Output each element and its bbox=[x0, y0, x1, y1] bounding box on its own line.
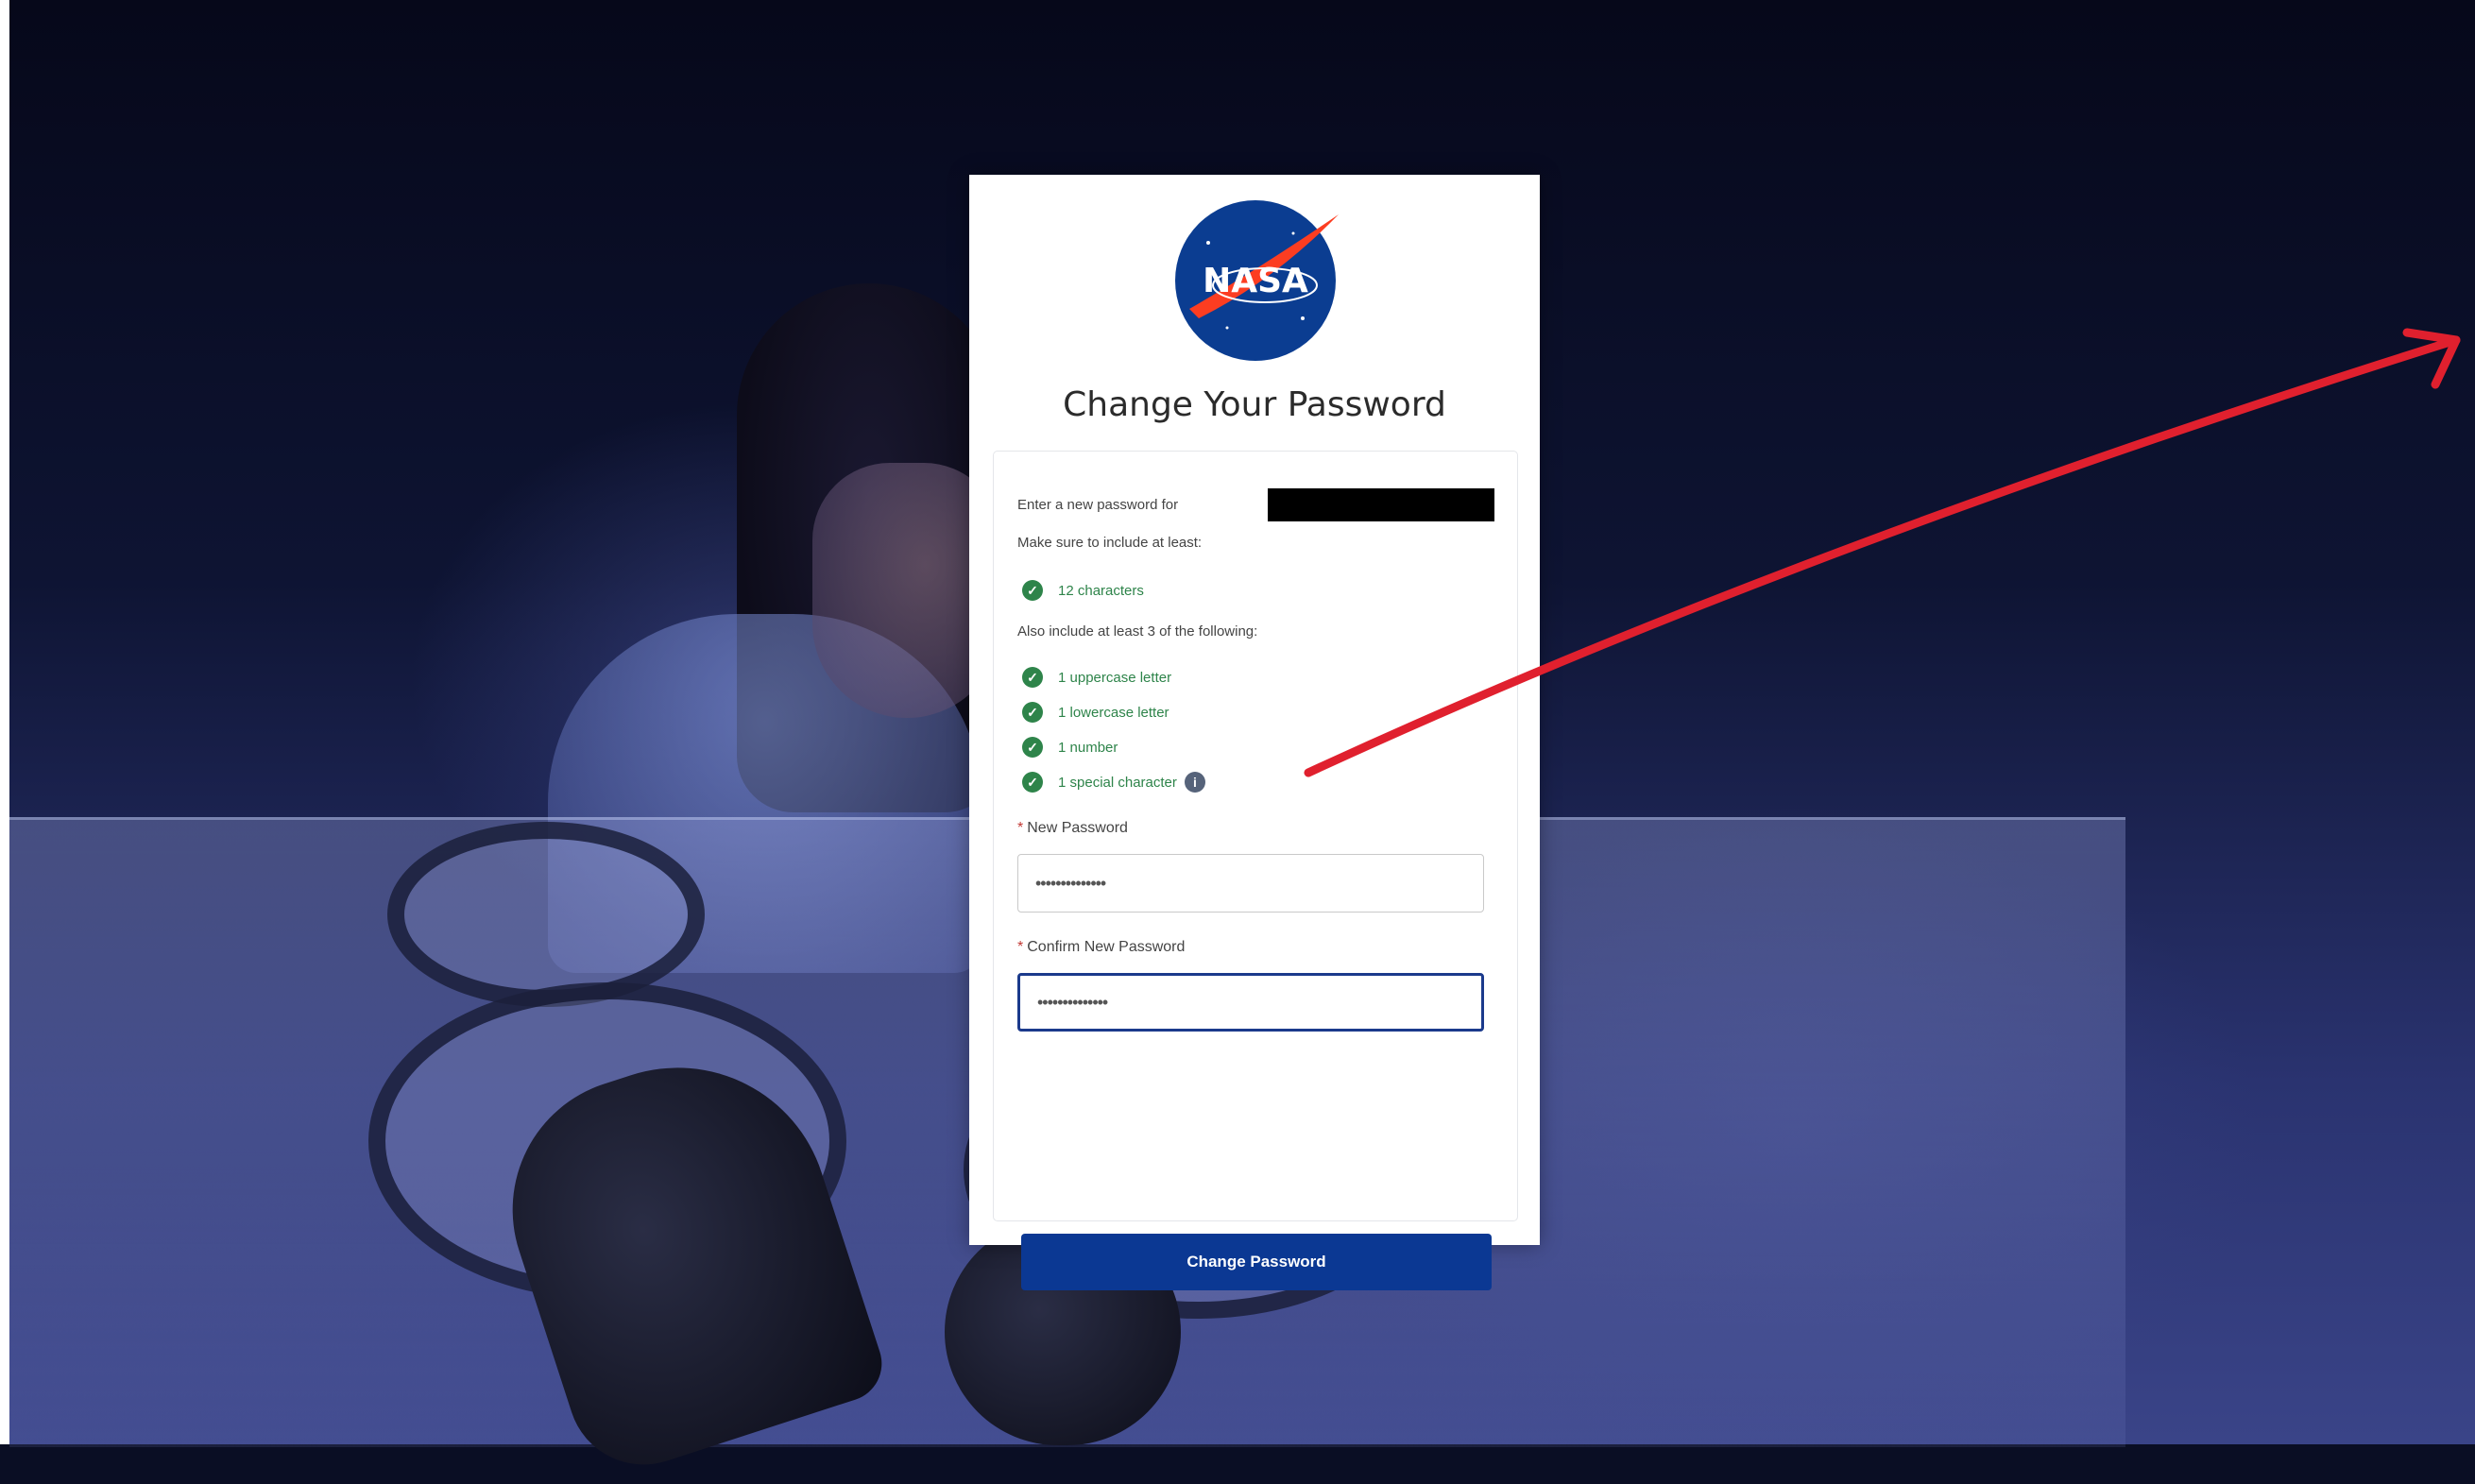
requirement-label: 1 number bbox=[1058, 739, 1118, 756]
left-border bbox=[0, 0, 9, 1444]
password-form-panel: Enter a new password for Make sure to in… bbox=[993, 451, 1518, 1290]
confirm-password-label: * Confirm New Password bbox=[1017, 939, 1185, 956]
nasa-logo-text: NASA bbox=[1203, 262, 1308, 300]
required-marker: * bbox=[1017, 939, 1024, 955]
make-sure-text: Make sure to include at least: bbox=[1017, 535, 1203, 551]
required-marker: * bbox=[1017, 820, 1024, 836]
new-password-field[interactable]: •••••••••••••• bbox=[1017, 854, 1484, 913]
requirement-uppercase: ✓ 1 uppercase letter bbox=[1022, 665, 1171, 690]
check-circle-icon: ✓ bbox=[1022, 702, 1043, 723]
requirement-label: 1 uppercase letter bbox=[1058, 669, 1172, 686]
change-password-card: NASA Change Your Password Enter a new pa… bbox=[969, 175, 1540, 1290]
requirement-lowercase: ✓ 1 lowercase letter bbox=[1022, 700, 1169, 725]
page-title: Change Your Password bbox=[1063, 385, 1446, 424]
check-circle-icon: ✓ bbox=[1022, 737, 1043, 758]
requirement-label: 1 lowercase letter bbox=[1058, 704, 1169, 721]
check-circle-icon: ✓ bbox=[1022, 580, 1043, 601]
new-password-label-text: New Password bbox=[1027, 820, 1128, 836]
glovebox-port bbox=[387, 822, 705, 1007]
requirement-min-length: ✓ 12 characters bbox=[1022, 578, 1144, 603]
requirement-label: 12 characters bbox=[1058, 582, 1144, 599]
nasa-logo: NASA bbox=[1175, 200, 1339, 361]
intro-text: Enter a new password for bbox=[1017, 497, 1179, 513]
confirm-password-field[interactable]: •••••••••••••• bbox=[1017, 973, 1484, 1032]
confirm-password-label-text: Confirm New Password bbox=[1027, 939, 1186, 955]
requirement-number: ✓ 1 number bbox=[1022, 735, 1118, 759]
new-password-label: * New Password bbox=[1017, 820, 1128, 837]
redacted-username bbox=[1268, 488, 1494, 521]
check-circle-icon: ✓ bbox=[1022, 772, 1043, 793]
check-circle-icon: ✓ bbox=[1022, 667, 1043, 688]
requirement-label: 1 special character bbox=[1058, 774, 1177, 791]
info-icon[interactable]: i bbox=[1184, 772, 1205, 793]
requirement-special: ✓ 1 special character i bbox=[1022, 770, 1205, 794]
also-include-text: Also include at least 3 of the following… bbox=[1017, 623, 1258, 640]
change-password-button[interactable]: Change Password bbox=[1021, 1234, 1492, 1290]
